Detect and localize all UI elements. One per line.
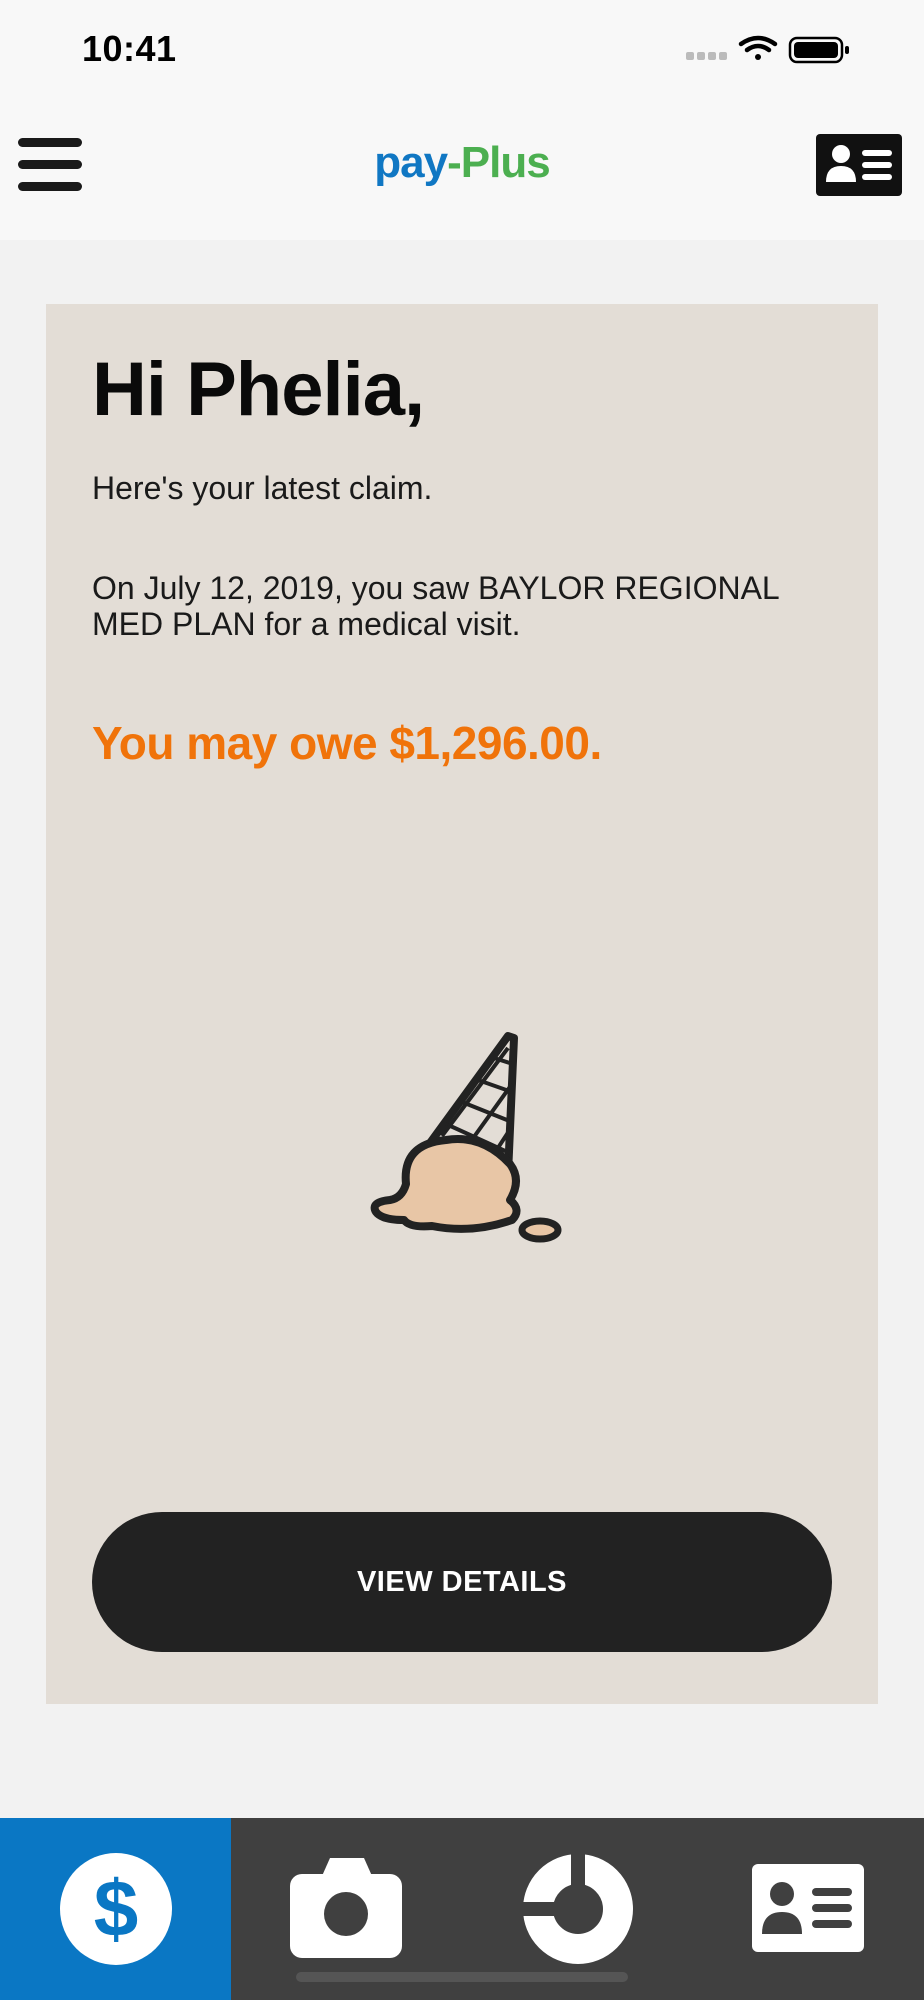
- battery-icon: [788, 36, 849, 64]
- claim-card: Hi Phelia, Here's your latest claim. On …: [46, 304, 878, 1704]
- home-indicator: [296, 1972, 628, 1982]
- id-card-icon: [752, 1864, 864, 1952]
- app-header: pay-Plus: [0, 100, 924, 240]
- status-icons: [686, 34, 876, 66]
- cellular-signal-icon: [686, 52, 727, 60]
- dollar-icon: $: [60, 1853, 172, 1965]
- logo-part-plus: Plus: [460, 138, 551, 187]
- nav-tab-id-card[interactable]: [693, 1818, 924, 2000]
- id-card-icon: [826, 145, 892, 182]
- app-logo: pay-Plus: [0, 138, 924, 188]
- progress-ring-icon: [521, 1852, 633, 1964]
- logo-separator: -: [447, 138, 462, 187]
- amount-owed: You may owe $1,296.00.: [92, 717, 602, 769]
- status-time: 10:41: [82, 28, 177, 69]
- greeting-heading: Hi Phelia,: [92, 347, 425, 432]
- id-card-button[interactable]: [816, 134, 902, 196]
- claim-description: On July 12, 2019, you saw BAYLOR REGIONA…: [92, 570, 779, 642]
- intro-text: Here's your latest claim.: [92, 470, 433, 506]
- camera-icon: [290, 1858, 402, 1958]
- svg-text:$: $: [94, 1864, 139, 1953]
- wifi-icon: [738, 35, 778, 60]
- logo-part-pay: pay: [374, 138, 448, 187]
- nav-tab-claims[interactable]: $: [0, 1818, 231, 2000]
- dropped-ice-cream-illustration: [362, 1024, 582, 1264]
- status-bar: 10:41: [0, 0, 924, 100]
- view-details-button[interactable]: VIEW DETAILS: [92, 1512, 832, 1652]
